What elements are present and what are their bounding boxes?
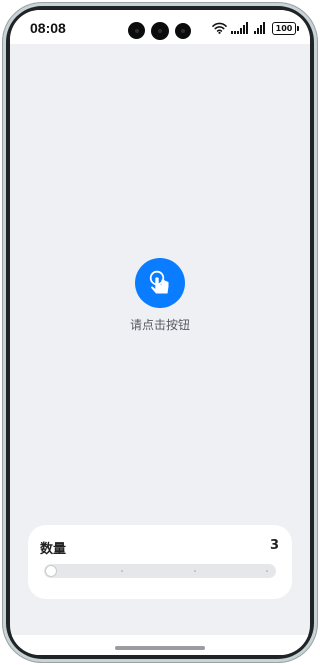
signal-icon (254, 22, 265, 34)
camera-dot-icon (128, 22, 145, 39)
status-bar: 08:08 100 (10, 10, 310, 44)
screen: 08:08 100 请点击按钮 数量 3 (10, 10, 310, 655)
slider-tick (194, 570, 196, 572)
home-bar (10, 635, 310, 655)
status-time: 08:08 (30, 20, 66, 36)
quantity-slider[interactable] (44, 564, 276, 578)
tap-hand-icon (149, 270, 169, 294)
signal-icon (231, 22, 248, 34)
slider-tick (266, 570, 268, 572)
quantity-card: 数量 3 (28, 525, 292, 599)
wifi-icon (212, 22, 227, 34)
quantity-value: 3 (269, 538, 279, 553)
center-group: 请点击按钮 (10, 258, 310, 333)
slider-thumb[interactable] (45, 565, 57, 577)
status-icons: 100 (212, 21, 299, 35)
tap-button[interactable] (135, 258, 185, 308)
tap-button-label: 请点击按钮 (129, 318, 190, 332)
battery-icon: 100 (272, 21, 299, 35)
quantity-title: 数量 (40, 542, 67, 557)
slider-tick (121, 570, 123, 572)
camera-dot-icon (175, 23, 191, 39)
camera-dot-icon (151, 22, 169, 40)
battery-level: 100 (275, 23, 293, 33)
home-indicator[interactable] (115, 646, 205, 650)
